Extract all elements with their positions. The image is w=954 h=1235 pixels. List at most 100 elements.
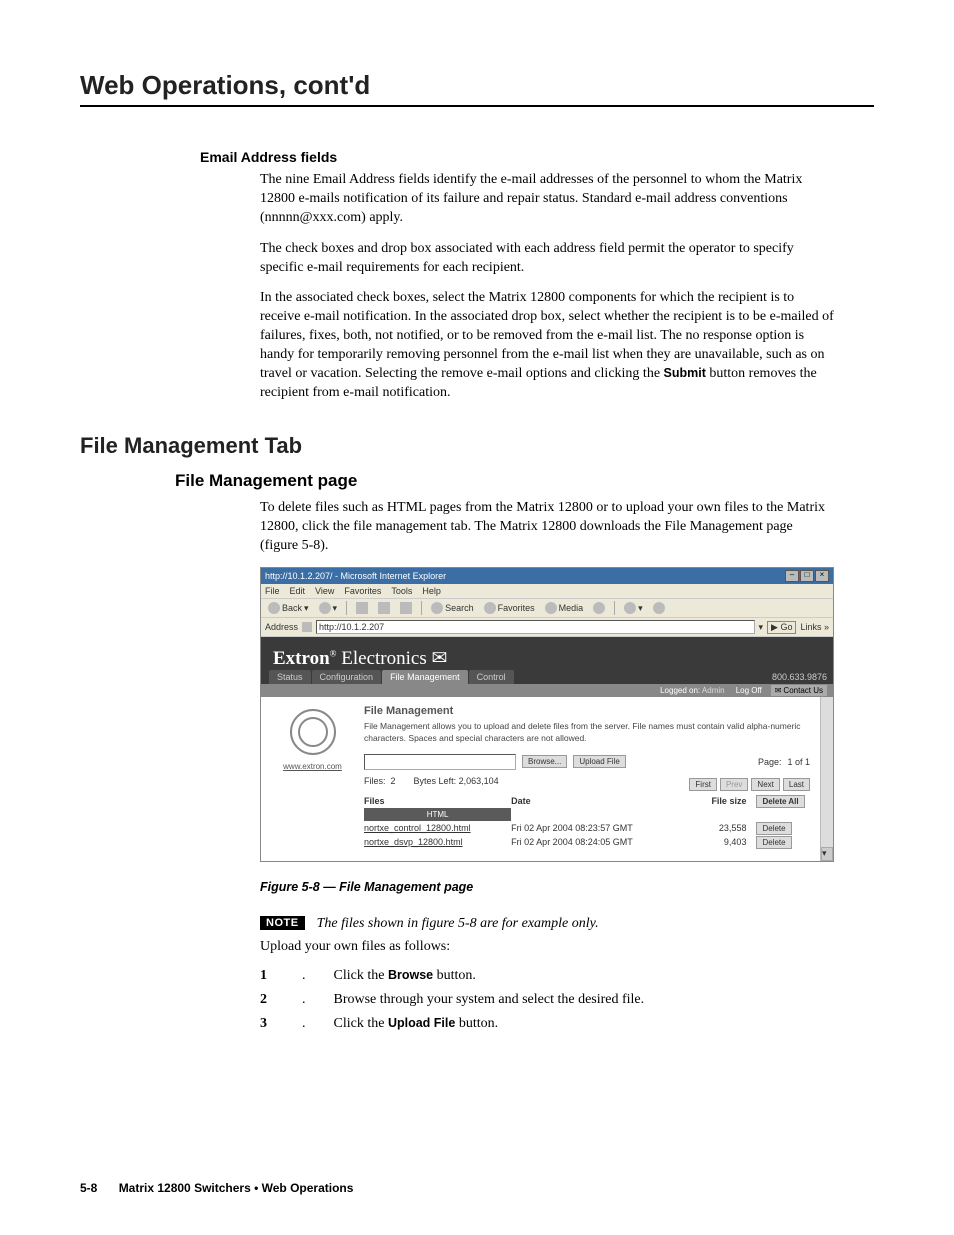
upload-file-button[interactable]: Upload File [573,755,625,768]
file-link-2[interactable]: nortxe_dsvp_12800.html [364,837,463,847]
window-title: http://10.1.2.207/ - Microsoft Internet … [265,571,446,581]
menu-file[interactable]: File [265,586,280,596]
address-dropdown[interactable]: ▾ [759,622,764,633]
col-date: Date [511,794,676,808]
refresh-button[interactable] [375,601,393,615]
close-button[interactable]: × [815,570,829,582]
note-text: The files shown in figure 5-8 are for ex… [317,916,599,932]
fmp-heading: File Management page [175,471,874,491]
browse-button[interactable]: Browse... [522,755,567,768]
panel-description: File Management allows you to upload and… [364,721,810,743]
minimize-button[interactable]: – [785,570,799,582]
next-button[interactable]: Next [751,778,779,791]
email-heading: Email Address fields [200,149,874,165]
phone-number: 800.633.9876 [766,670,833,684]
page-header: Web Operations, cont'd [80,70,874,107]
status-row: Logged on: Admin Log Off ✉ Contact Us [261,684,833,697]
email-p2: The check boxes and drop box associated … [260,240,834,278]
file-size-1: 23,558 [676,821,756,835]
fmt-heading: File Management Tab [80,433,874,459]
star-icon [484,602,496,614]
go-button[interactable]: ▶ Go [767,621,796,634]
brand-swirl-icon: ✉ [431,648,447,669]
scroll-down-icon[interactable]: ▾ [821,847,833,861]
step-1: 1. Click the Browse button. [260,968,834,984]
file-table: Files Date File size Delete All HTML nor… [364,794,810,849]
step-num-1: 1 [260,968,274,984]
address-field[interactable]: http://10.1.2.207 [316,620,754,634]
figure-5-8-screenshot: http://10.1.2.207/ - Microsoft Internet … [260,567,834,861]
footer-title: Matrix 12800 Switchers • Web Operations [119,1181,354,1195]
table-row: nortxe_dsvp_12800.html Fri 02 Apr 2004 0… [364,835,810,849]
html-group-row: HTML [364,808,511,821]
last-button[interactable]: Last [783,778,810,791]
refresh-icon [378,602,390,614]
fmp-p1: To delete files such as HTML pages from … [260,499,834,556]
menu-view[interactable]: View [315,586,334,596]
back-button[interactable]: Back ▾ [265,601,312,615]
tab-configuration[interactable]: Configuration [312,670,382,684]
home-button[interactable] [397,601,415,615]
menu-favorites[interactable]: Favorites [344,586,381,596]
log-off-link[interactable]: Log Off [736,686,762,695]
upload-path-field[interactable] [364,754,516,770]
history-button[interactable] [590,601,608,615]
media-icon [545,602,557,614]
contact-us-button[interactable]: ✉ Contact Us [771,685,827,696]
home-icon [400,602,412,614]
left-sidebar: www.extron.com [261,697,364,860]
file-link-1[interactable]: nortxe_control_12800.html [364,823,471,833]
tab-file-management[interactable]: File Management [382,670,468,684]
email-p1: The nine Email Address fields identify t… [260,171,834,228]
tab-status[interactable]: Status [269,670,311,684]
delete-button-2[interactable]: Delete [756,836,791,849]
mail-button[interactable]: ▾ [621,601,646,615]
media-button[interactable]: Media [542,601,587,615]
forward-button[interactable]: ▾ [316,601,341,615]
stop-icon [356,602,368,614]
delete-button-1[interactable]: Delete [756,822,791,835]
first-button[interactable]: First [689,778,717,791]
col-files: Files [364,794,511,808]
files-count: 2 [391,776,396,786]
file-date-1: Fri 02 Apr 2004 08:23:57 GMT [511,821,676,835]
stop-button[interactable] [353,601,371,615]
maximize-button[interactable]: □ [800,570,814,582]
note-badge: NOTE [260,916,305,930]
submit-bold: Submit [664,366,706,380]
step-num-2: 2 [260,992,274,1008]
back-icon [268,602,280,614]
figure-caption: Figure 5-8 — File Management page [260,880,874,894]
tab-control[interactable]: Control [469,670,514,684]
steps-list: 1. Click the Browse button. 2. Browse th… [260,968,834,1032]
scrollbar[interactable]: ▾ [820,697,833,860]
logged-user: Admin [702,686,725,695]
page-icon [302,622,312,632]
bytes-label: Bytes Left: [414,776,457,786]
table-row: nortxe_control_12800.html Fri 02 Apr 200… [364,821,810,835]
extron-link[interactable]: www.extron.com [283,762,342,771]
file-size-2: 9,403 [676,835,756,849]
upload-intro: Upload your own files as follows: [260,938,834,957]
print-button[interactable] [650,601,668,615]
menu-bar: File Edit View Favorites Tools Help [261,584,833,599]
search-icon [431,602,443,614]
step-2: 2. Browse through your system and select… [260,992,834,1008]
menu-edit[interactable]: Edit [290,586,306,596]
prev-button[interactable]: Prev [720,778,748,791]
delete-all-button[interactable]: Delete All [756,795,804,808]
page-number: 5-8 [80,1181,97,1195]
links-label[interactable]: Links » [800,622,829,632]
nav-tabs: Status Configuration File Management Con… [261,670,833,684]
print-icon [653,602,665,614]
email-p3: In the associated check boxes, select th… [260,289,834,402]
search-button[interactable]: Search [428,601,477,615]
menu-tools[interactable]: Tools [391,586,412,596]
toolbar: Back ▾ ▾ Search Favorites Media ▾ [261,599,833,618]
extron-logo-icon [290,709,336,755]
file-date-2: Fri 02 Apr 2004 08:24:05 GMT [511,835,676,849]
step-num-3: 3 [260,1016,274,1032]
brand-electronics: Electronics [341,648,426,669]
menu-help[interactable]: Help [422,586,441,596]
favorites-button[interactable]: Favorites [481,601,538,615]
